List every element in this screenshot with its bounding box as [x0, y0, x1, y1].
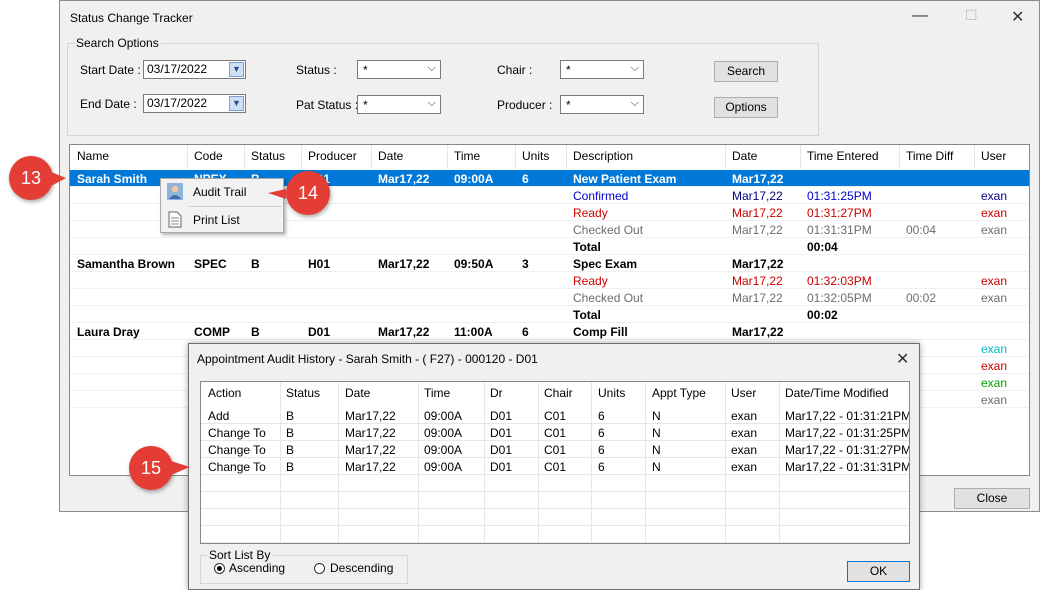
- callout-pointers: [51, 172, 286, 475]
